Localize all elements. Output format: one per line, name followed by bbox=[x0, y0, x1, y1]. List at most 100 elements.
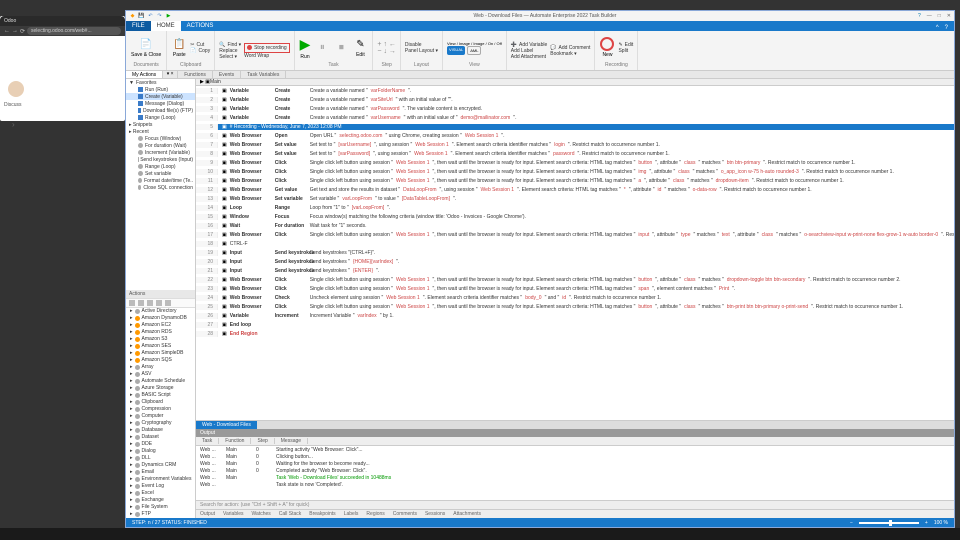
action-item[interactable]: ▸ BASIC Script bbox=[126, 392, 195, 399]
script-line[interactable]: 2▣ VariableCreateCreate a variable named… bbox=[196, 95, 954, 104]
bottom-tab[interactable]: Comments bbox=[393, 511, 417, 517]
add-attachment-button[interactable]: Add Attachment bbox=[511, 54, 548, 60]
script-line[interactable]: 17▣ Web BrowserClickSingle click left bu… bbox=[196, 230, 954, 239]
script-line[interactable]: 26▣ VariableIncrementIncrement Variable … bbox=[196, 311, 954, 320]
script-line[interactable]: 4▣ VariableCreateCreate a variable named… bbox=[196, 113, 954, 122]
script-line[interactable]: 19▣ InputSend keystrokesSend keystrokes … bbox=[196, 248, 954, 257]
tree-item[interactable]: Focus (Window) bbox=[126, 135, 195, 142]
action-item[interactable]: ▸ DDE bbox=[126, 441, 195, 448]
script-line[interactable]: 24▣ Web BrowserCheckUncheck element usin… bbox=[196, 293, 954, 302]
output-tab[interactable]: Web - Download Files bbox=[196, 421, 257, 429]
tab-events[interactable]: Events bbox=[213, 71, 241, 78]
action-item[interactable]: ▸ Amazon SES bbox=[126, 343, 195, 350]
panel-layout-button[interactable]: Panel Layout ▾ bbox=[405, 48, 438, 54]
tab-file[interactable]: FILE bbox=[126, 21, 151, 31]
script-line[interactable]: 21▣ InputSend keystrokesSend keystrokes … bbox=[196, 266, 954, 275]
save-close-button[interactable]: 📄Save & Close bbox=[130, 36, 162, 59]
script-line[interactable]: 7▣ Web BrowserSet valueSet text to "[var… bbox=[196, 140, 954, 149]
script-line[interactable]: 27▣ End loop bbox=[196, 320, 954, 329]
bottom-tab[interactable]: Attachments bbox=[453, 511, 481, 517]
reload-icon[interactable]: ⟳ bbox=[20, 28, 25, 35]
bottom-tab[interactable]: Regions bbox=[366, 511, 384, 517]
script-line[interactable]: 11▣ Web BrowserClickSingle click left bu… bbox=[196, 176, 954, 185]
script-line[interactable]: 28▣ End Region bbox=[196, 329, 954, 338]
tree-item[interactable]: For duration (Wait) bbox=[126, 142, 195, 149]
tree-item[interactable]: Set variable bbox=[126, 170, 195, 177]
paste-button[interactable]: 📋Paste bbox=[171, 36, 187, 59]
new-recording-button[interactable]: New bbox=[599, 36, 615, 59]
expand-icon[interactable]: › bbox=[12, 120, 15, 129]
tree-item[interactable]: Range (Loop) bbox=[126, 114, 195, 121]
action-item[interactable]: ▸ Exchange bbox=[126, 497, 195, 504]
fav-header[interactable]: Favorites bbox=[136, 80, 157, 86]
action-item[interactable]: ▸ Amazon DynamoDB bbox=[126, 315, 195, 322]
tree-item[interactable]: Message (Dialog) bbox=[126, 100, 195, 107]
tree-item[interactable]: Download file(s) (FTP) bbox=[126, 107, 195, 114]
action-item[interactable]: ▸ Environment Variables bbox=[126, 476, 195, 483]
bottom-tab[interactable]: Output bbox=[200, 511, 215, 517]
help-icon[interactable]: ? bbox=[918, 13, 921, 19]
edit-task-button[interactable]: ✎Edit bbox=[352, 36, 368, 59]
tree-item[interactable]: Send keystrokes (Input) bbox=[126, 156, 195, 163]
bottom-tab[interactable]: Call Stack bbox=[279, 511, 302, 517]
script-line[interactable]: 22▣ Web BrowserClickSingle click left bu… bbox=[196, 275, 954, 284]
script-line[interactable]: 25▣ Web BrowserClickSingle click left bu… bbox=[196, 302, 954, 311]
visual-mode[interactable]: VISUAL bbox=[447, 46, 465, 55]
tree-item[interactable]: Range (Loop) bbox=[126, 163, 195, 170]
bottom-tab[interactable]: Variables bbox=[223, 511, 243, 517]
stop-recording-button[interactable]: Stop recording bbox=[244, 43, 290, 53]
action-item[interactable]: ▸ Clipboard bbox=[126, 399, 195, 406]
action-item[interactable]: ▸ Amazon RDS bbox=[126, 329, 195, 336]
script-line[interactable]: 16▣ WaitFor durationWait task for "1" se… bbox=[196, 221, 954, 230]
tb-icon[interactable] bbox=[138, 300, 144, 306]
search-action-hint[interactable]: Search for action: (use "Ctrl + Shift + … bbox=[196, 501, 954, 509]
action-item[interactable]: ▸ Amazon S3 bbox=[126, 336, 195, 343]
action-item[interactable]: ▸ Excel bbox=[126, 490, 195, 497]
close-icon[interactable]: ✕ bbox=[947, 13, 951, 19]
tree-item[interactable]: ▸ Recent bbox=[126, 128, 195, 135]
redo-icon[interactable]: ↷ bbox=[156, 13, 163, 20]
action-item[interactable]: ▸ Automate Schedule bbox=[126, 378, 195, 385]
script-line[interactable]: 15▣ WindowFocusFocus window(s) matching … bbox=[196, 212, 954, 221]
tree-item[interactable]: Format date/time (Te.. bbox=[126, 177, 195, 184]
action-item[interactable]: ▸ Event Log bbox=[126, 483, 195, 490]
browser-tab[interactable]: Odoo bbox=[0, 16, 125, 26]
script-line[interactable]: 20▣ InputSend keystrokesSend keystrokes … bbox=[196, 257, 954, 266]
undo-icon[interactable]: ↶ bbox=[147, 13, 154, 20]
select-button[interactable]: Select ▾ bbox=[219, 54, 241, 60]
action-item[interactable]: ▸ Amazon SQS bbox=[126, 357, 195, 364]
tree-item[interactable]: Increment (Variable) bbox=[126, 149, 195, 156]
tab-my-actions[interactable]: My Actions bbox=[126, 71, 163, 78]
forward-icon[interactable]: → bbox=[12, 28, 18, 34]
script-line[interactable]: 23▣ Web BrowserClickSingle click left bu… bbox=[196, 284, 954, 293]
tab-home[interactable]: HOME bbox=[151, 21, 181, 31]
action-item[interactable]: ▸ Azure Storage bbox=[126, 385, 195, 392]
maximize-icon[interactable]: □ bbox=[938, 13, 941, 19]
tree-item[interactable]: Close SQL connection bbox=[126, 184, 195, 191]
minimize-icon[interactable]: — bbox=[927, 13, 932, 19]
pause-button[interactable]: ⏸ bbox=[314, 40, 330, 56]
action-item[interactable]: ▸ Amazon EC2 bbox=[126, 322, 195, 329]
back-icon[interactable]: ← bbox=[4, 28, 10, 34]
tree-item[interactable]: ▸ Snippets bbox=[126, 121, 195, 128]
action-item[interactable]: ▸ Email bbox=[126, 469, 195, 476]
script-line[interactable]: 13▣ Web BrowserSet variableSet variable … bbox=[196, 194, 954, 203]
script-line[interactable]: 8▣ Web BrowserSet valueSet text to "[var… bbox=[196, 149, 954, 158]
zoom-slider[interactable] bbox=[859, 522, 919, 524]
script-line[interactable]: 6▣ Web BrowserOpenOpen URL "selecting.od… bbox=[196, 131, 954, 140]
script-line[interactable]: 10▣ Web BrowserClickSingle click left bu… bbox=[196, 167, 954, 176]
tb-icon[interactable] bbox=[147, 300, 153, 306]
script-line[interactable]: 1▣ VariableCreateCreate a variable named… bbox=[196, 86, 954, 95]
tb-icon[interactable] bbox=[129, 300, 135, 306]
bottom-tab[interactable]: Sessions bbox=[425, 511, 445, 517]
script-line[interactable]: 5▣ # Recording - Wednesday, June 7, 2023… bbox=[196, 122, 954, 131]
action-item[interactable]: ▸ Compression bbox=[126, 406, 195, 413]
bottom-tab[interactable]: Breakpoints bbox=[309, 511, 335, 517]
action-item[interactable]: ▸ Active Directory bbox=[126, 308, 195, 315]
script-line[interactable]: 14▣ LoopRangeLoop from "1" to "[varLoopF… bbox=[196, 203, 954, 212]
tab-functions[interactable]: Functions bbox=[178, 71, 213, 78]
action-item[interactable]: ▸ Database bbox=[126, 427, 195, 434]
split-button[interactable]: Split bbox=[618, 48, 633, 54]
bottom-tab[interactable]: Watches bbox=[252, 511, 271, 517]
action-item[interactable]: ▸ Dialog bbox=[126, 448, 195, 455]
